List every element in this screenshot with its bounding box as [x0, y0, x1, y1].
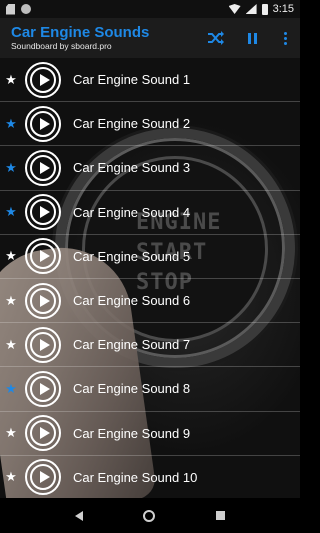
sound-label: Car Engine Sound 9 [73, 425, 191, 441]
navigation-bar [0, 498, 300, 533]
play-button[interactable] [25, 194, 61, 231]
play-icon [30, 375, 56, 402]
favorite-star-icon[interactable]: ★ [0, 116, 22, 132]
sound-label: Car Engine Sound 7 [73, 337, 191, 353]
app-subtitle: Soundboard by sboard.pro [11, 41, 112, 51]
favorite-star-icon[interactable]: ★ [0, 160, 22, 176]
sound-label: Car Engine Sound 1 [73, 72, 191, 88]
play-icon [30, 420, 56, 447]
favorite-star-icon[interactable]: ★ [0, 248, 22, 264]
sound-label: Car Engine Sound 6 [73, 293, 191, 309]
favorite-star-icon[interactable]: ★ [0, 204, 22, 220]
play-button[interactable] [25, 415, 61, 452]
sound-label: Car Engine Sound 10 [73, 469, 198, 485]
play-icon [30, 154, 56, 181]
shuffle-icon [208, 31, 224, 45]
wifi-icon [228, 4, 241, 14]
sound-row[interactable]: ★ Car Engine Sound 10 [0, 456, 300, 500]
favorite-star-icon[interactable]: ★ [0, 469, 22, 485]
sound-row[interactable]: ★ Car Engine Sound 9 [0, 412, 300, 456]
sound-label: Car Engine Sound 8 [73, 381, 191, 397]
sd-card-icon [6, 3, 15, 15]
sound-label: Car Engine Sound 3 [73, 160, 191, 176]
back-icon[interactable] [75, 510, 84, 521]
play-button[interactable] [25, 459, 61, 496]
status-bar: 3:15 [0, 0, 300, 18]
recents-icon[interactable] [215, 511, 225, 520]
sound-row[interactable]: ★ Car Engine Sound 3 [0, 146, 300, 191]
favorite-star-icon[interactable]: ★ [0, 293, 22, 309]
sound-row[interactable]: ★ Car Engine Sound 7 [0, 323, 300, 368]
sound-row[interactable]: ★ Car Engine Sound 5 [0, 235, 300, 279]
sound-row[interactable]: ★ Car Engine Sound 8 [0, 367, 300, 412]
favorite-star-icon[interactable]: ★ [0, 72, 22, 88]
app-title: Car Engine Sounds [11, 24, 150, 41]
pause-icon [247, 32, 257, 44]
play-icon [30, 464, 56, 491]
sound-row[interactable]: ★ Car Engine Sound 2 [0, 102, 300, 147]
sound-row[interactable]: ★ Car Engine Sound 4 [0, 191, 300, 235]
status-time: 3:15 [272, 3, 294, 15]
favorite-star-icon[interactable]: ★ [0, 381, 22, 397]
sound-label: Car Engine Sound 2 [73, 116, 191, 132]
play-icon [30, 199, 56, 226]
play-icon [30, 110, 56, 137]
favorite-star-icon[interactable]: ★ [0, 425, 22, 441]
play-button[interactable] [25, 326, 61, 363]
app-bar: Car Engine Sounds Soundboard by sboard.p… [0, 18, 300, 58]
circle-icon [21, 4, 31, 14]
shuffle-button[interactable] [198, 18, 234, 58]
battery-icon [261, 3, 268, 15]
sound-label: Car Engine Sound 5 [73, 248, 191, 264]
play-icon [30, 287, 56, 314]
play-button[interactable] [25, 149, 61, 186]
sound-row[interactable]: ★ Car Engine Sound 1 [0, 58, 300, 103]
play-button[interactable] [25, 238, 61, 275]
favorite-star-icon[interactable]: ★ [0, 337, 22, 353]
play-icon [30, 331, 56, 358]
sound-label: Car Engine Sound 4 [73, 204, 191, 220]
play-icon [30, 66, 56, 93]
home-icon[interactable] [143, 509, 156, 522]
sound-list: ★ Car Engine Sound 1 ★ Car Engine Sound 2 ★ C… [0, 58, 300, 500]
overflow-menu-button[interactable] [270, 18, 300, 58]
play-button[interactable] [25, 370, 61, 407]
sound-row[interactable]: ★ Car Engine Sound 6 [0, 279, 300, 324]
play-button[interactable] [25, 105, 61, 142]
play-button[interactable] [25, 282, 61, 319]
signal-icon [245, 4, 257, 14]
overflow-menu-icon [283, 31, 287, 45]
pause-button[interactable] [234, 18, 270, 58]
play-icon [30, 243, 56, 270]
play-button[interactable] [25, 61, 61, 98]
